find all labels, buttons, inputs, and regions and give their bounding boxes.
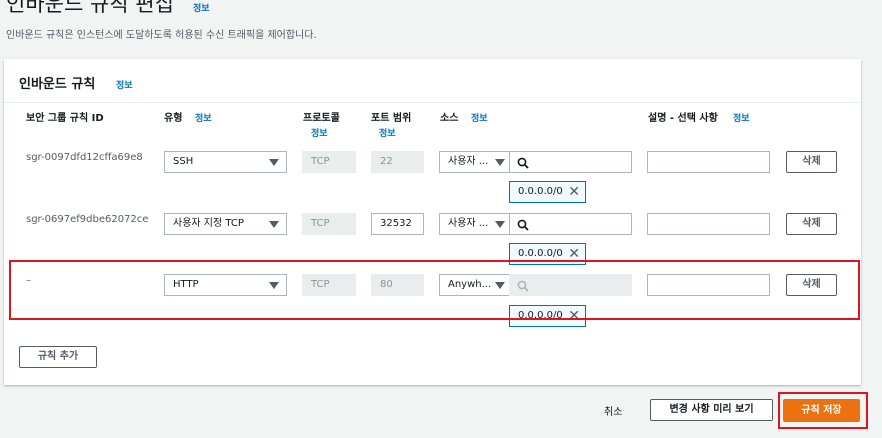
type-select-value: SSH: [173, 156, 194, 167]
panel-title-info-link[interactable]: 정보: [116, 78, 133, 91]
preview-changes-button[interactable]: 변경 사항 미리 보기: [650, 399, 773, 421]
page-description: 인바운드 규칙은 인스턴스에 도달하도록 허용된 수신 트래픽을 제어합니다.: [6, 30, 317, 41]
column-header-source: 소스: [440, 113, 459, 124]
cidr-token-label: 0.0.0.0/0: [518, 186, 563, 197]
cidr-search-input[interactable]: [509, 213, 632, 235]
type-select-value: 사용자 지정 TCP: [173, 218, 244, 229]
description-info-link[interactable]: 정보: [733, 111, 750, 124]
column-header-type: 유형: [164, 113, 183, 124]
rule-id: sgr-0697ef9dbe62072ce: [26, 214, 149, 225]
caret-down-icon: [495, 221, 505, 228]
type-select[interactable]: 사용자 지정 TCP: [164, 213, 287, 235]
highlight-box: [9, 260, 860, 320]
protocol-field: TCP: [302, 213, 356, 235]
description-input[interactable]: [647, 213, 770, 235]
source-type-value: 사용자 ...: [448, 156, 489, 167]
caret-down-icon: [269, 221, 279, 228]
type-select[interactable]: SSH: [164, 151, 287, 173]
source-info-link[interactable]: 정보: [471, 111, 488, 124]
rule-id: sgr-0097dfd12cffa69e8: [26, 152, 143, 163]
type-info-link[interactable]: 정보: [195, 111, 212, 124]
source-type-value: 사용자 ...: [448, 218, 489, 229]
description-input[interactable]: [647, 151, 770, 173]
port-info-link[interactable]: 정보: [379, 126, 396, 139]
panel-title: 인바운드 규칙: [19, 77, 96, 92]
column-header-description: 설명 - 선택 사항: [648, 113, 718, 124]
page-title: 인바운드 규칙 편집: [6, 0, 174, 16]
column-header-port-range: 포트 범위: [371, 113, 412, 124]
remove-token-icon[interactable]: ✕: [568, 185, 580, 199]
delete-button[interactable]: 삭제: [786, 213, 837, 235]
port-range-field: 22: [371, 151, 424, 173]
cidr-token-label: 0.0.0.0/0: [518, 248, 563, 259]
cancel-link[interactable]: 취소: [604, 403, 622, 418]
caret-down-icon: [495, 159, 505, 166]
source-type-select[interactable]: 사용자 ...: [439, 151, 510, 173]
cidr-search-input[interactable]: [509, 151, 632, 173]
column-header-protocol: 프로토콜: [303, 113, 340, 124]
remove-token-icon[interactable]: ✕: [568, 247, 580, 261]
search-icon: [517, 157, 529, 169]
protocol-info-link[interactable]: 정보: [311, 126, 328, 139]
protocol-field: TCP: [302, 151, 356, 173]
search-icon: [517, 219, 529, 231]
column-header-rule-id: 보안 그룹 규칙 ID: [26, 113, 104, 124]
cidr-token: 0.0.0.0/0 ✕: [509, 181, 586, 203]
page-title-info-link[interactable]: 정보: [193, 1, 210, 14]
highlight-box: [778, 392, 868, 429]
delete-button[interactable]: 삭제: [786, 151, 837, 173]
port-range-input[interactable]: 32532: [371, 213, 424, 235]
source-type-select[interactable]: 사용자 ...: [439, 213, 510, 235]
caret-down-icon: [269, 159, 279, 166]
add-rule-button[interactable]: 규칙 추가: [19, 346, 97, 368]
